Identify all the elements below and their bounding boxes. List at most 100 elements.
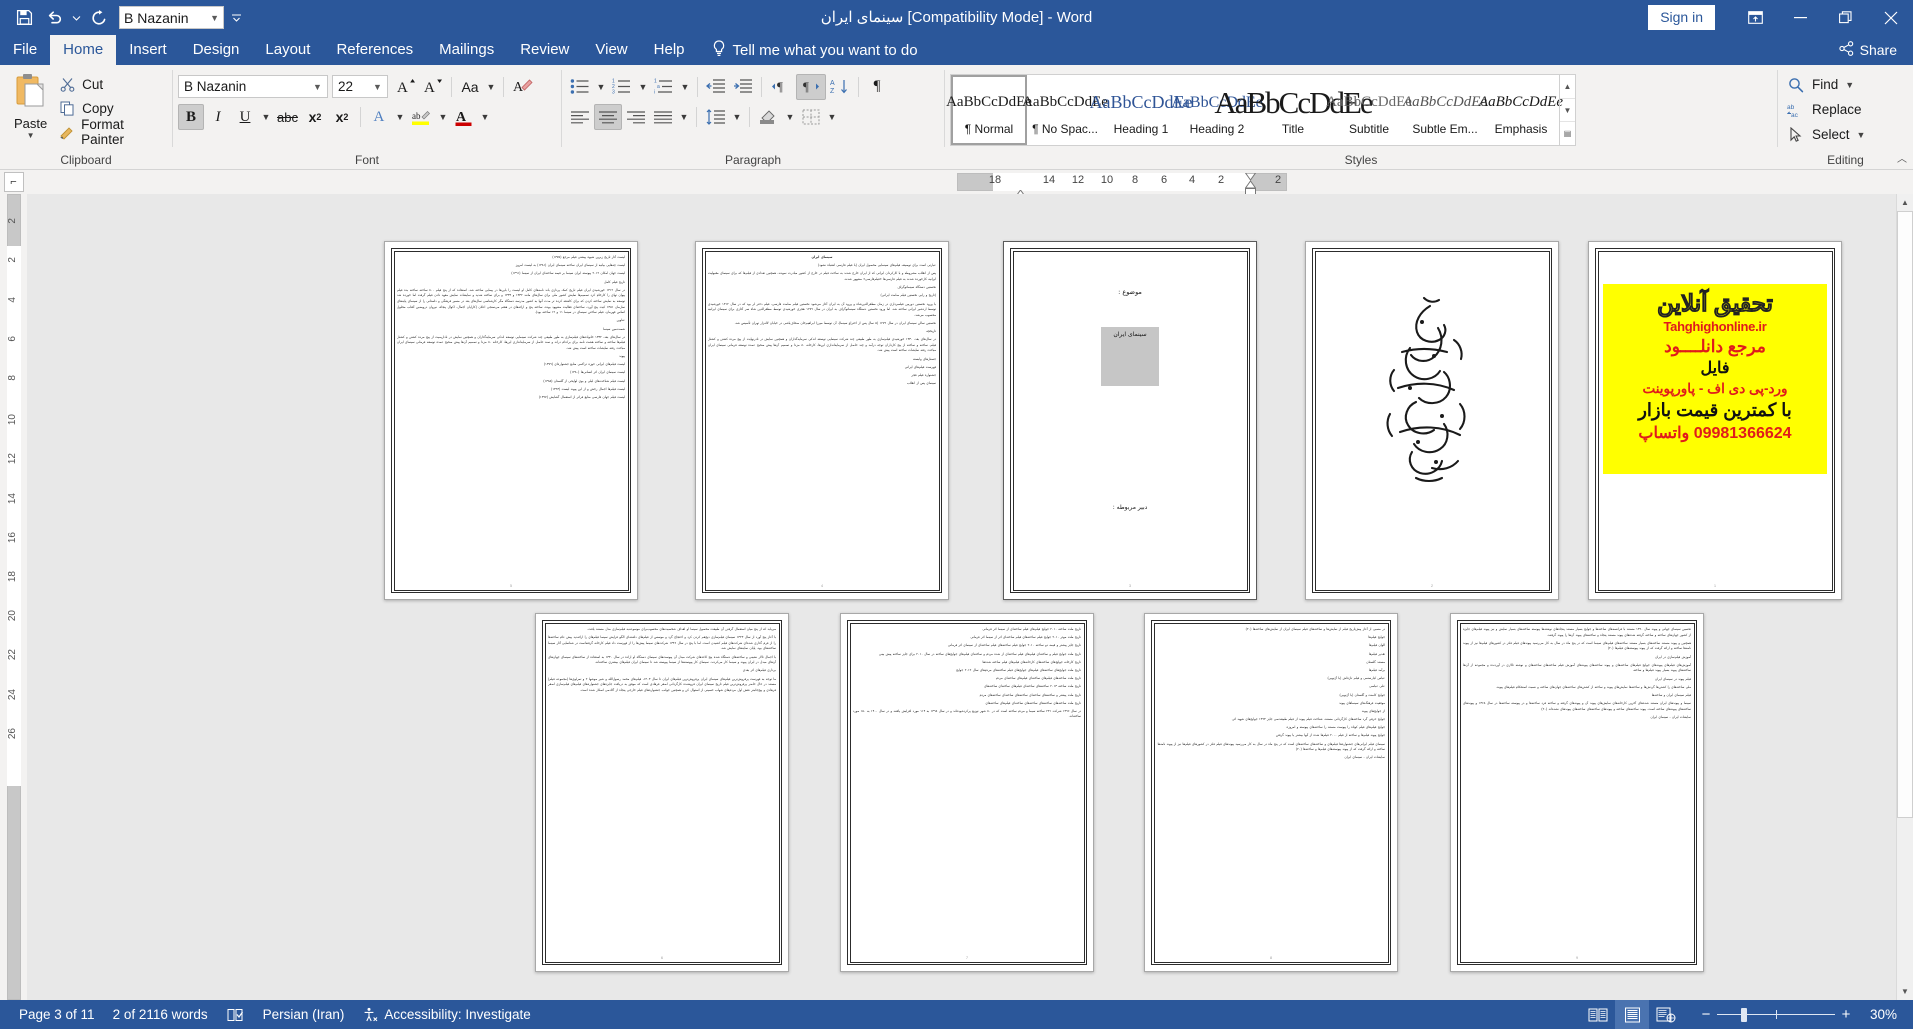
print-layout-button[interactable] — [1615, 1000, 1649, 1029]
strikethrough-button[interactable]: abc — [274, 104, 301, 130]
paste-button[interactable]: Paste ▼ — [5, 69, 56, 140]
horizontal-ruler[interactable]: 18 14 12 10 8 6 4 2 2 — [27, 170, 1896, 198]
style-subtle-emphasis[interactable]: AaBbCcDdEe Subtle Em... — [1403, 75, 1487, 145]
chevron-down-icon[interactable]: ▼ — [636, 74, 650, 100]
chevron-down-icon[interactable]: ▼ — [677, 104, 691, 130]
bullets-button[interactable] — [567, 74, 593, 100]
page-body-text[interactable]: سینمای ایران عبارتی است برای توصیف فیلم‌… — [708, 255, 936, 579]
accessibility-status[interactable]: Accessibility: Investigate — [353, 1000, 539, 1029]
chevron-down-icon[interactable]: ▼ — [730, 104, 744, 130]
chevron-down-icon[interactable]: ▼ — [27, 131, 35, 140]
cut-button[interactable]: Cut — [56, 72, 167, 96]
customize-qat-icon[interactable] — [230, 5, 243, 31]
rtl-text-direction-button[interactable]: ¶ — [796, 73, 826, 100]
tab-help[interactable]: Help — [641, 35, 698, 65]
align-left-button[interactable] — [567, 104, 593, 130]
subscript-button[interactable]: x2 — [302, 104, 328, 130]
zoom-out-button[interactable]: − — [1695, 1000, 1717, 1029]
decrease-indent-button[interactable] — [703, 74, 729, 100]
quick-font-box[interactable]: B Nazanin ▼ — [119, 6, 224, 29]
vertical-ruler[interactable]: 2 2 4 6 8 10 12 14 16 18 20 22 24 26 — [0, 194, 27, 1000]
superscript-button[interactable]: x2 — [329, 104, 355, 130]
page-body-text[interactable]: می‌یابد که از پنج میان استعمال گرفتن آن … — [548, 627, 776, 951]
document-page[interactable]: لیست آثار تاریخ زیرین شیوه پیشتی فیلم مر… — [384, 241, 638, 600]
font-family-input[interactable]: B Nazanin ▼ — [178, 75, 328, 98]
italic-button[interactable]: I — [205, 104, 231, 130]
style-title[interactable]: AaBbCcDdEe Title — [1214, 75, 1371, 145]
sign-in-button[interactable]: Sign in — [1648, 5, 1715, 30]
ribbon-display-options-icon[interactable] — [1733, 0, 1778, 35]
read-mode-button[interactable] — [1581, 1000, 1615, 1029]
chevron-down-icon[interactable]: ▼ — [478, 104, 492, 130]
zoom-slider[interactable] — [1717, 1000, 1835, 1029]
vertical-scrollbar[interactable]: ▲ ▼ — [1896, 194, 1913, 1000]
select-button[interactable]: Select ▼ — [1783, 122, 1869, 147]
text-highlight-button[interactable]: ab — [408, 104, 435, 130]
font-color-button[interactable]: A — [451, 104, 477, 130]
zoom-in-button[interactable]: + — [1835, 1000, 1857, 1029]
tab-stop-selector[interactable]: ⌐ — [0, 170, 27, 194]
clear-formatting-button[interactable]: A — [509, 74, 536, 100]
styles-scroll-down-icon[interactable]: ▼ — [1560, 99, 1575, 123]
redo-icon[interactable] — [85, 5, 113, 31]
scroll-up-icon[interactable]: ▲ — [1897, 194, 1913, 211]
tab-review[interactable]: Review — [507, 35, 582, 65]
chevron-down-icon[interactable]: ▼ — [259, 104, 273, 130]
justify-button[interactable] — [650, 104, 676, 130]
tab-file[interactable]: File — [0, 35, 50, 65]
chevron-down-icon[interactable]: ▼ — [436, 104, 450, 130]
tab-layout[interactable]: Layout — [252, 35, 323, 65]
collapse-ribbon-icon[interactable]: ︿ — [1897, 150, 1907, 165]
document-canvas[interactable]: تحقیق آنلاین Tahghighonline.ir مرجع دانل… — [27, 194, 1896, 1000]
borders-button[interactable] — [798, 104, 824, 130]
style-emphasis[interactable]: AaBbCcDdEe Emphasis — [1479, 75, 1563, 145]
style-heading-1[interactable]: AaBbCcDdEe Heading 1 — [1090, 75, 1193, 145]
sort-button[interactable]: AZ — [827, 74, 853, 100]
align-center-button[interactable] — [594, 104, 622, 130]
document-page[interactable]: می‌یابد که از پنج میان استعمال گرفتن آن … — [535, 613, 789, 972]
page-body-text[interactable]: در مسیر، از آغاز پیش‌تاریخ فیلم از نمایش… — [1157, 627, 1385, 951]
document-page[interactable]: تحقیق آنلاین Tahghighonline.ir مرجع دانل… — [1588, 241, 1842, 600]
tab-design[interactable]: Design — [180, 35, 253, 65]
page-body-text[interactable]: تحسین سینمای جهانی و پیوند سال ۱۳۹۰ مستن… — [1463, 627, 1691, 951]
show-formatting-marks-button[interactable]: ¶ — [864, 74, 890, 100]
bold-button[interactable]: B — [178, 104, 204, 130]
zoom-percent-label[interactable]: 30% — [1857, 1007, 1901, 1022]
tab-references[interactable]: References — [323, 35, 426, 65]
text-effects-button[interactable]: A — [366, 104, 392, 130]
scrollbar-thumb[interactable] — [1897, 211, 1913, 818]
chevron-down-icon[interactable]: ▼ — [370, 82, 385, 92]
language-indicator[interactable]: Persian (Iran) — [254, 1000, 354, 1029]
chevron-down-icon[interactable]: ▼ — [210, 13, 219, 23]
tab-view[interactable]: View — [582, 35, 640, 65]
document-page-current[interactable]: موضوع : سینمای ایران دبیر مربوطه : 3 — [1003, 241, 1257, 600]
page-body-text[interactable]: لیست آثار تاریخ زیرین شیوه پیشتی فیلم مر… — [397, 255, 625, 579]
chevron-down-icon[interactable]: ▼ — [825, 104, 839, 130]
find-button[interactable]: Find ▼ — [1783, 72, 1869, 97]
font-size-input[interactable]: 22 ▼ — [332, 75, 388, 98]
style-subtitle[interactable]: AaBbCcDdEe Subtitle — [1326, 75, 1412, 145]
chevron-down-icon[interactable]: ▼ — [783, 104, 797, 130]
tab-home[interactable]: Home — [50, 35, 117, 65]
zoom-slider-thumb[interactable] — [1741, 1008, 1747, 1022]
chevron-down-icon[interactable]: ▼ — [678, 74, 692, 100]
replace-button[interactable]: ab ac Replace — [1783, 97, 1869, 122]
minimize-icon[interactable] — [1778, 0, 1823, 35]
save-icon[interactable] — [10, 5, 38, 31]
document-page[interactable]: تاریخ ملت ساخته ۲۰۱۰ جوایج فیلم‌های فیلم… — [840, 613, 1094, 972]
selected-text-highlight[interactable]: سینمای ایران — [1101, 327, 1159, 386]
multilevel-list-button[interactable]: 1ai — [651, 74, 677, 100]
chevron-down-icon[interactable]: ▼ — [1857, 130, 1866, 140]
share-button[interactable]: Share — [1838, 35, 1913, 65]
shading-button[interactable] — [755, 104, 782, 130]
shrink-font-button[interactable]: A — [420, 74, 446, 100]
tab-stop-icon[interactable]: ⌐ — [3, 172, 24, 192]
align-right-button[interactable] — [623, 104, 649, 130]
document-page[interactable]: سینمای ایران عبارتی است برای توصیف فیلم‌… — [695, 241, 949, 600]
document-page[interactable]: 2 — [1305, 241, 1559, 600]
grow-font-button[interactable]: A — [393, 74, 419, 100]
underline-button[interactable]: U — [232, 104, 258, 130]
page-body-text[interactable]: تاریخ ملت ساخته ۲۰۱۰ جوایج فیلم‌های فیلم… — [853, 627, 1081, 951]
tab-insert[interactable]: Insert — [116, 35, 180, 65]
increase-indent-button[interactable] — [730, 74, 756, 100]
